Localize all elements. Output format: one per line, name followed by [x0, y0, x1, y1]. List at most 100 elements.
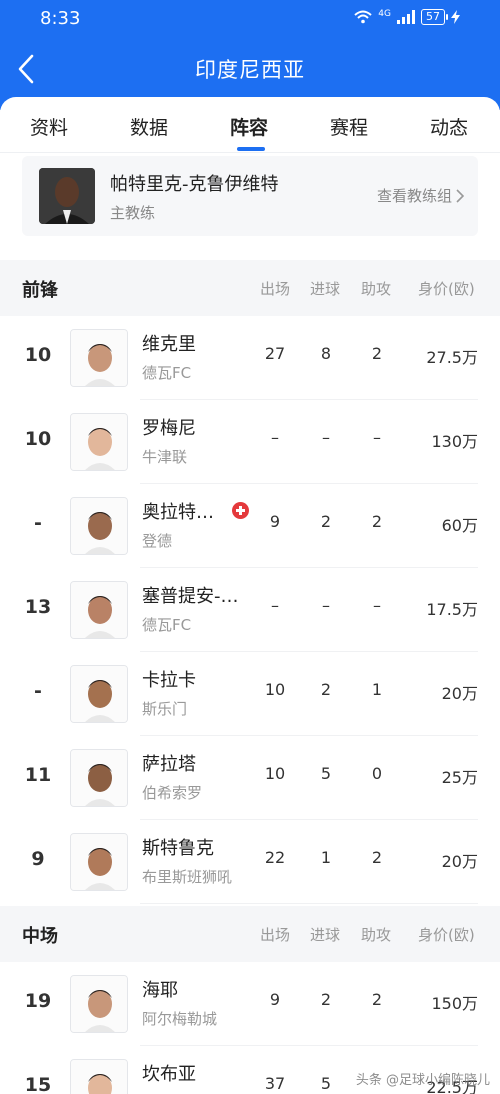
shirt-number: 19 [24, 990, 52, 1012]
col-header-value: 身价(欧) [418, 280, 475, 298]
status-icons: 4G 57 [354, 9, 460, 25]
status-bar: 8:33 4G 57 [0, 0, 500, 38]
section-header-forwards: 前锋 出场 进球 助攻 身价(欧) [0, 260, 500, 316]
player-avatar [70, 975, 128, 1033]
player-goals: 2 [320, 990, 332, 1009]
player-apps: 27 [264, 344, 286, 363]
chevron-right-icon [456, 188, 464, 203]
player-name: 维克里 [142, 334, 196, 355]
watermark: 头条 @足球小编陈晓儿 [355, 1073, 490, 1088]
player-name: 海耶 [142, 980, 178, 1001]
header-bar: 8:33 4G 57 印度尼西亚 [0, 0, 500, 110]
player-assists: 2 [371, 512, 383, 531]
player-value: 27.5万 [426, 348, 478, 367]
injury-cross-icon [232, 502, 249, 519]
player-name: 坎布亚 [142, 1064, 196, 1085]
player-goals: 5 [320, 764, 332, 783]
player-club: 德瓦FC [142, 364, 192, 382]
section-title: 前锋 [22, 280, 58, 301]
player-row[interactable]: 19 海耶 阿尔梅勒城 9 2 2 150万 [0, 962, 500, 1046]
player-value: 130万 [431, 432, 478, 451]
player-row[interactable]: - 卡拉卡 斯乐门 10 2 1 20万 [0, 652, 500, 736]
clock: 8:33 [40, 8, 81, 29]
player-avatar [70, 749, 128, 807]
col-header-goals: 进球 [310, 926, 341, 944]
player-row[interactable]: 11 萨拉塔 伯希索罗 10 5 0 25万 [0, 736, 500, 820]
player-apps: 9 [269, 512, 281, 531]
tab-info[interactable]: 资料 [30, 113, 68, 140]
coach-name: 帕特里克-克鲁伊维特 [110, 174, 279, 195]
player-club: 斯乐门 [142, 700, 188, 718]
player-goals: 1 [320, 848, 332, 867]
tab-bar: 资料 数据 阵容 赛程 动态 [0, 97, 500, 153]
player-row[interactable]: - 奥拉特… 登德 9 2 2 60万 [0, 484, 500, 568]
player-avatar [70, 581, 128, 639]
player-club: 牛津联 [142, 448, 188, 466]
player-assists: – [373, 428, 381, 447]
player-name: 塞普提安-… [142, 586, 239, 607]
tab-news[interactable]: 动态 [430, 113, 468, 140]
tab-squad[interactable]: 阵容 [230, 113, 268, 140]
player-apps: 22 [264, 848, 286, 867]
player-row[interactable]: 10 罗梅尼 牛津联 – – – 130万 [0, 400, 500, 484]
player-avatar [70, 497, 128, 555]
charging-icon [451, 10, 460, 24]
player-apps: – [271, 428, 279, 447]
player-club: 布里斯班狮吼 [142, 868, 233, 886]
player-apps: 10 [264, 764, 286, 783]
shirt-number: 15 [24, 1074, 52, 1094]
row-divider [140, 903, 478, 904]
player-row[interactable]: 10 维克里 德瓦FC 27 8 2 27.5万 [0, 316, 500, 400]
shirt-number: 10 [24, 428, 52, 450]
player-goals: 5 [320, 1074, 332, 1093]
player-assists: 2 [371, 990, 383, 1009]
player-avatar [70, 413, 128, 471]
player-assists: 2 [371, 344, 383, 363]
col-header-apps: 出场 [260, 280, 291, 298]
coach-card[interactable]: 帕特里克-克鲁伊维特 主教练 查看教练组 [22, 156, 478, 236]
view-coaching-staff-link[interactable]: 查看教练组 [377, 185, 464, 206]
player-value: 17.5万 [426, 600, 478, 619]
player-goals: – [322, 596, 330, 615]
player-name: 奥拉特… [142, 502, 214, 523]
player-apps: 10 [264, 680, 286, 699]
player-name: 罗梅尼 [142, 418, 196, 439]
player-apps: – [271, 596, 279, 615]
player-club: 德瓦FC [142, 616, 192, 634]
col-header-value: 身价(欧) [418, 926, 475, 944]
wifi-icon [354, 10, 372, 24]
page-title: 印度尼西亚 [195, 58, 305, 82]
player-avatar [70, 1059, 128, 1094]
shirt-number: 13 [24, 596, 52, 618]
player-avatar [70, 665, 128, 723]
player-avatar [70, 329, 128, 387]
player-goals: 2 [320, 680, 332, 699]
player-row[interactable]: 13 塞普提安-… 德瓦FC – – – 17.5万 [0, 568, 500, 652]
shirt-number: - [34, 512, 42, 534]
player-assists: 2 [371, 848, 383, 867]
player-value: 20万 [441, 852, 478, 871]
coach-avatar [39, 168, 95, 224]
network-label: 4G [378, 9, 391, 19]
player-goals: 2 [320, 512, 332, 531]
player-assists: – [373, 596, 381, 615]
player-assists: 0 [371, 764, 383, 783]
player-row[interactable]: 9 斯特鲁克布里斯班狮吼 22 1 2 20万 [0, 820, 500, 904]
tab-stats[interactable]: 数据 [130, 113, 168, 140]
player-avatar [70, 833, 128, 891]
section-title: 中场 [22, 926, 58, 947]
shirt-number: 11 [24, 764, 52, 786]
tab-schedule[interactable]: 赛程 [330, 113, 368, 140]
col-header-assists: 助攻 [361, 280, 392, 298]
section-header-midfield: 中场 出场 进球 助攻 身价(欧) [0, 906, 500, 962]
player-value: 20万 [441, 684, 478, 703]
player-name: 斯特鲁克 [142, 838, 214, 859]
shirt-number: 9 [31, 848, 45, 870]
player-assists: 1 [371, 680, 383, 699]
content-card: 资料 数据 阵容 赛程 动态 帕特里克-克鲁伊维特 主教练 查看教练组 前锋 出… [0, 97, 500, 1094]
player-name: 卡拉卡 [142, 670, 196, 691]
col-header-assists: 助攻 [361, 926, 392, 944]
player-apps: 37 [264, 1074, 286, 1093]
active-tab-indicator [237, 147, 265, 151]
player-value: 60万 [441, 516, 478, 535]
